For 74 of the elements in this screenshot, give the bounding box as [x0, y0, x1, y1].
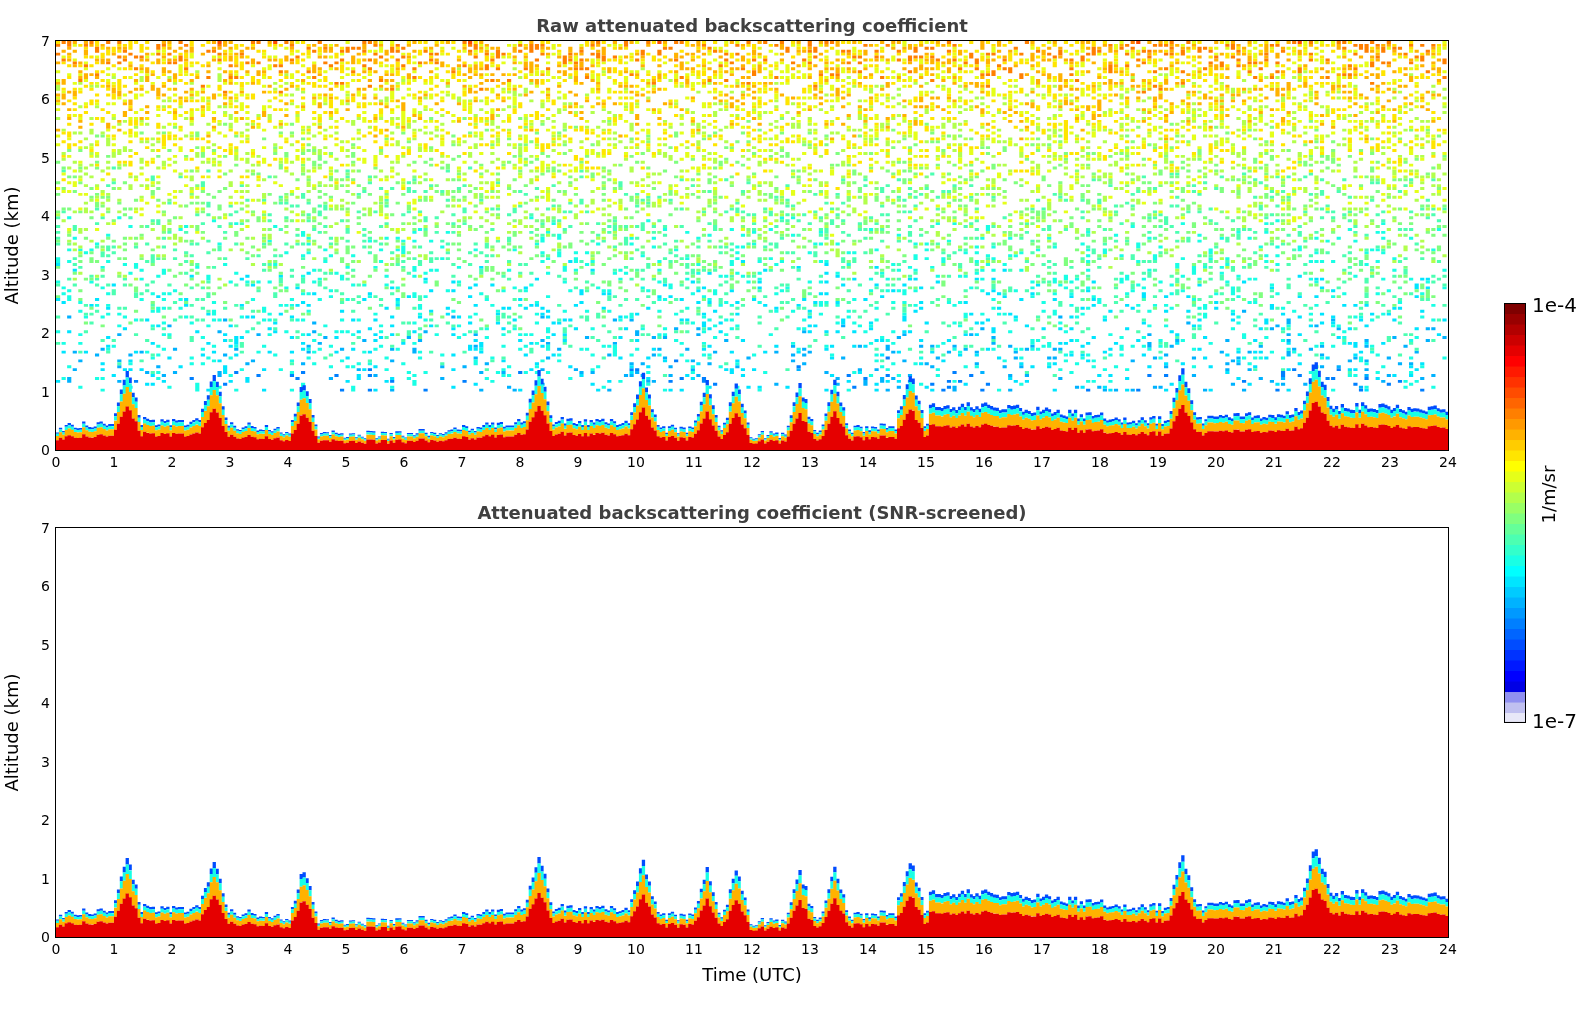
x-tick-label: 4 — [283, 454, 293, 470]
x-tick-label: 5 — [341, 454, 351, 470]
x-tick-label: 24 — [1439, 941, 1457, 957]
x-tick-label: 22 — [1323, 454, 1341, 470]
x-tick-label: 0 — [51, 454, 61, 470]
x-tick-label: 10 — [627, 941, 645, 957]
x-tick-label: 16 — [975, 454, 993, 470]
y-tick-label: 1 — [41, 870, 50, 887]
x-tick-label: 7 — [457, 941, 467, 957]
x-tick-label: 15 — [917, 941, 935, 957]
x-tick-label: 20 — [1207, 941, 1225, 957]
x-tick-label: 14 — [859, 941, 877, 957]
x-tick-label: 23 — [1381, 454, 1399, 470]
y-tick-label: 3 — [41, 753, 50, 770]
x-tick-label: 18 — [1091, 941, 1109, 957]
x-tick-label: 12 — [743, 941, 761, 957]
y-tick-label: 0 — [41, 929, 50, 945]
y-tick-label: 7 — [41, 33, 50, 49]
y-tick-label: 7 — [41, 520, 50, 536]
x-tick-label: 1 — [109, 454, 119, 470]
x-tick-label: 8 — [515, 941, 525, 957]
x-tick-label: 12 — [743, 454, 761, 470]
y-tick-label: 2 — [41, 325, 50, 342]
x-tick-label: 16 — [975, 941, 993, 957]
x-tick-label: 4 — [283, 941, 293, 957]
x-tick-label: 21 — [1265, 454, 1283, 470]
colorbar-min-label: 1e-7 — [1532, 709, 1577, 733]
y-tick-label: 4 — [41, 208, 50, 225]
x-axis-label: Time (UTC) — [702, 964, 802, 985]
y-tick-label: 5 — [41, 636, 50, 653]
x-tick-label: 17 — [1033, 454, 1051, 470]
y-tick-label: 5 — [41, 149, 50, 166]
x-tick-label: 19 — [1149, 454, 1167, 470]
x-tick-label: 18 — [1091, 454, 1109, 470]
y-tick-label: 1 — [41, 383, 50, 400]
x-tick-label: 0 — [51, 941, 61, 957]
x-tick-label: 19 — [1149, 941, 1167, 957]
x-tick-label: 1 — [109, 941, 119, 957]
x-tick-label: 9 — [573, 941, 583, 957]
x-tick-label: 23 — [1381, 941, 1399, 957]
x-tick-label: 9 — [573, 454, 583, 470]
x-tick-label: 3 — [225, 941, 235, 957]
x-tick-label: 6 — [399, 454, 409, 470]
x-tick-label: 8 — [515, 454, 525, 470]
x-tick-label: 17 — [1033, 941, 1051, 957]
x-tick-label: 15 — [917, 454, 935, 470]
y-tick-label: 6 — [41, 578, 50, 595]
x-tick-label: 24 — [1439, 454, 1457, 470]
x-tick-label: 13 — [801, 941, 819, 957]
chart-title: Raw attenuated backscattering coefficient — [535, 14, 969, 38]
x-tick-label: 10 — [627, 454, 645, 470]
x-tick-label: 11 — [685, 941, 703, 957]
x-tick-label: 6 — [399, 941, 409, 957]
x-tick-label: 21 — [1265, 941, 1283, 957]
y-tick-label: 3 — [41, 266, 50, 283]
y-axis-label: Altitude (km) — [0, 673, 22, 792]
x-tick-label: 20 — [1207, 454, 1225, 470]
x-tick-label: 22 — [1323, 941, 1341, 957]
x-tick-label: 2 — [167, 454, 177, 470]
x-tick-label: 14 — [859, 454, 877, 470]
x-tick-label: 3 — [225, 454, 235, 470]
chart-title: Attenuated backscattering coefficient (SNR-screened) — [476, 501, 1028, 525]
y-tick-label: 0 — [41, 442, 50, 458]
y-tick-label: 4 — [41, 695, 50, 712]
y-tick-label: 2 — [41, 812, 50, 829]
colorbar-max-label: 1e-4 — [1532, 293, 1577, 317]
y-axis-label: Altitude (km) — [0, 186, 22, 305]
x-tick-label: 7 — [457, 454, 467, 470]
colorbar-unit-label: 1/m/sr — [1537, 465, 1559, 524]
x-tick-label: 11 — [685, 454, 703, 470]
x-tick-label: 13 — [801, 454, 819, 470]
x-tick-label: 2 — [167, 941, 177, 957]
y-tick-label: 6 — [41, 91, 50, 108]
x-tick-label: 5 — [341, 941, 351, 957]
